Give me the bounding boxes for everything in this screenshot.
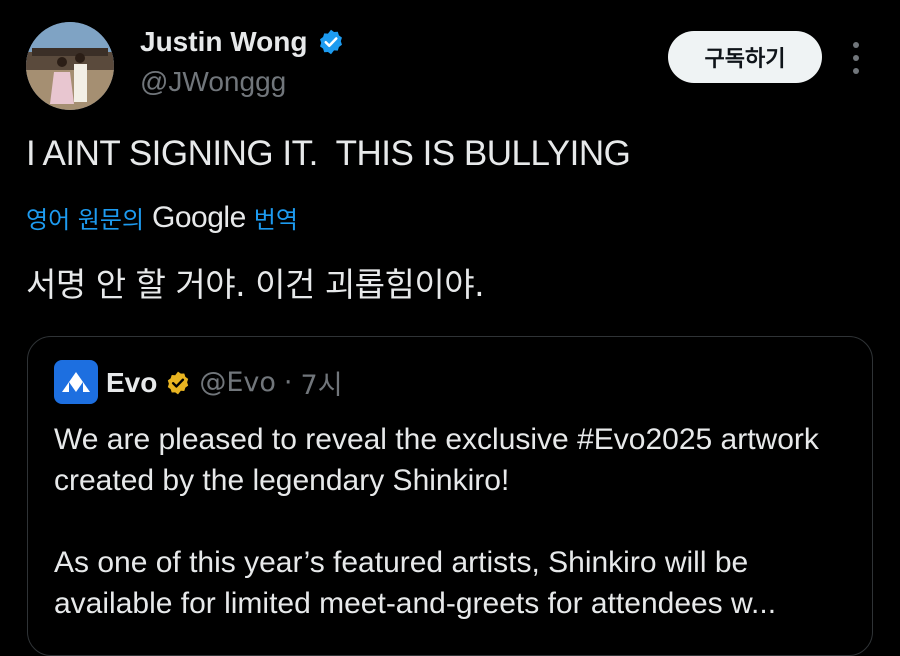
evo-avatar[interactable] — [54, 360, 98, 404]
author-display-name[interactable]: Justin Wong — [140, 26, 307, 58]
translation-suffix[interactable]: 번역 — [254, 200, 298, 235]
tweet-text: I AINT SIGNING IT. THIS IS BULLYING — [26, 134, 631, 173]
profile-photo-icon — [26, 22, 114, 110]
quoted-tweet-card[interactable]: Evo @Evo · 7시 We are pleased to reveal t… — [27, 336, 873, 656]
quoted-display-name[interactable]: Evo — [106, 367, 157, 399]
quoted-paragraph: As one of this year’s featured artists, … — [54, 546, 777, 620]
google-logo: Google — [152, 200, 246, 234]
translation-prefix[interactable]: 영어 원문의 — [26, 200, 144, 235]
translation-credit[interactable]: 영어 원문의 Google 번역 — [26, 200, 298, 235]
quoted-handle[interactable]: @Evo — [199, 367, 276, 398]
gold-verified-badge-icon — [168, 371, 189, 394]
quoted-tweet-text: We are pleased to reveal the exclusive #… — [54, 419, 854, 624]
evo-logo-icon — [62, 372, 90, 392]
quoted-paragraph: We are pleased to reveal the exclusive #… — [54, 423, 819, 497]
meta-separator: · — [283, 367, 293, 398]
verified-badge-icon — [320, 29, 343, 55]
quoted-timestamp[interactable]: 7시 — [301, 363, 343, 402]
subscribe-button[interactable]: 구독하기 — [668, 31, 822, 83]
more-vertical-icon[interactable] — [846, 42, 866, 74]
author-handle[interactable]: @JWonggg — [140, 66, 286, 98]
translated-tweet-text: 서명 안 할 거야. 이건 괴롭힘이야. — [26, 265, 485, 304]
author-avatar[interactable] — [26, 22, 114, 110]
